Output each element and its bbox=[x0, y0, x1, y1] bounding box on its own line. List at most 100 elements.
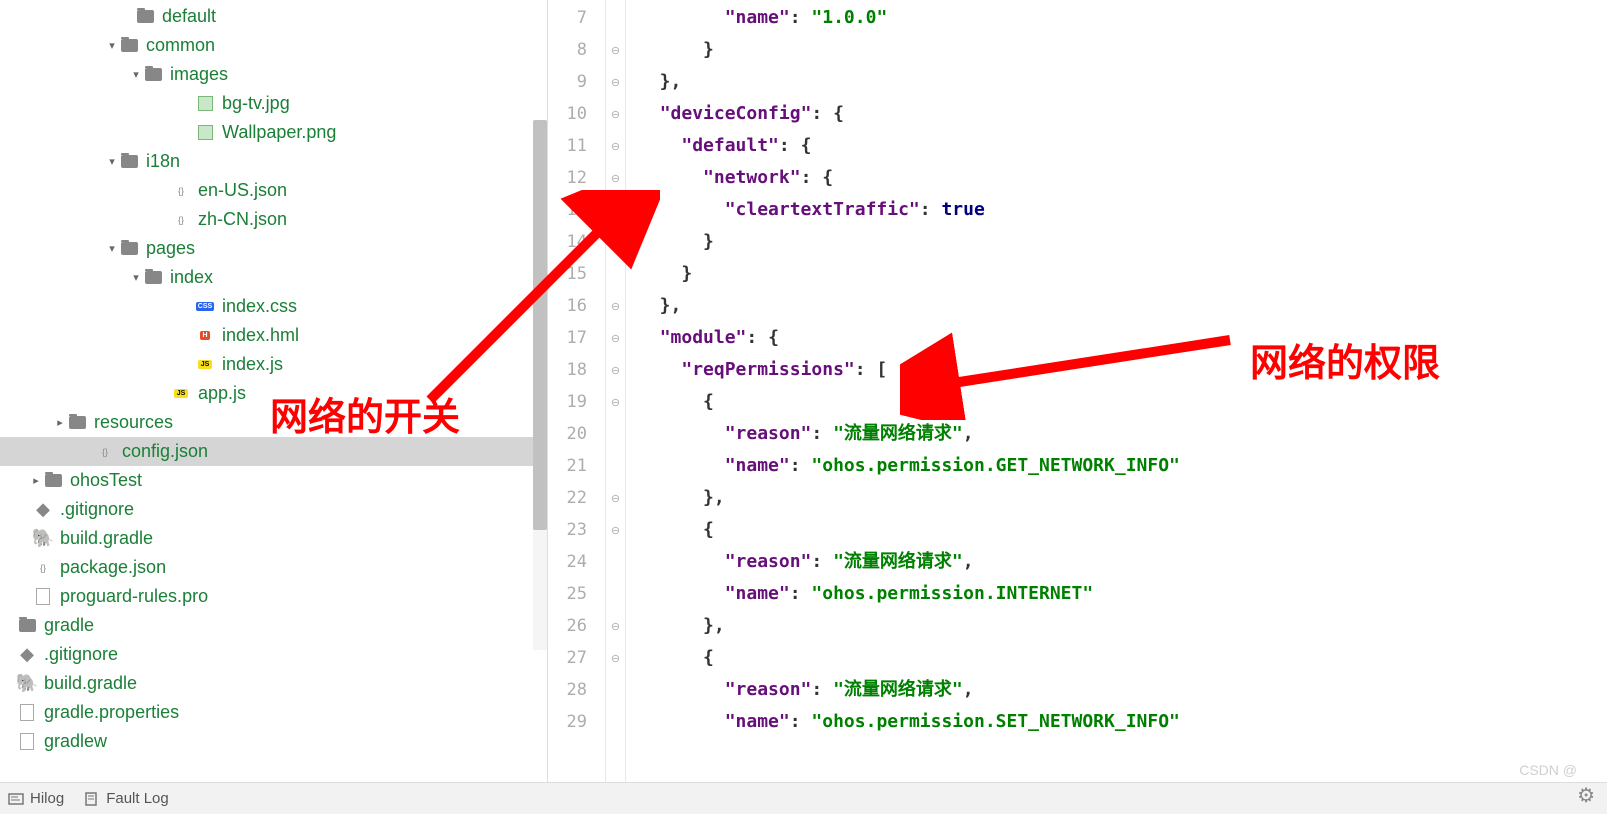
fold-marker[interactable]: ⊖ bbox=[606, 226, 625, 258]
tree-item-zh-CN-json[interactable]: {}zh-CN.json bbox=[0, 205, 547, 234]
code-line[interactable]: "module": { bbox=[638, 322, 1607, 354]
tree-item-label: proguard-rules.pro bbox=[60, 586, 208, 607]
code-line[interactable]: { bbox=[638, 642, 1607, 674]
code-editor[interactable]: 7891011121314151617181920212223242526272… bbox=[548, 0, 1607, 782]
code-line[interactable]: }, bbox=[638, 290, 1607, 322]
code-line[interactable]: "name": "ohos.permission.SET_NETWORK_INF… bbox=[638, 706, 1607, 738]
fold-marker[interactable] bbox=[606, 418, 625, 450]
fold-marker[interactable]: ⊖ bbox=[606, 386, 625, 418]
scrollbar-thumb[interactable] bbox=[533, 120, 547, 530]
expand-arrow-icon[interactable]: ▾ bbox=[104, 39, 120, 52]
line-number: 27 bbox=[548, 642, 587, 674]
tree-item-i18n[interactable]: ▾i18n bbox=[0, 147, 547, 176]
hilog-tab[interactable]: Hilog bbox=[8, 790, 64, 807]
fold-marker[interactable]: ⊖ bbox=[606, 642, 625, 674]
code-line[interactable]: } bbox=[638, 34, 1607, 66]
fold-marker[interactable]: ⊖ bbox=[606, 610, 625, 642]
code-line[interactable]: "deviceConfig": { bbox=[638, 98, 1607, 130]
tree-item-en-US-json[interactable]: {}en-US.json bbox=[0, 176, 547, 205]
tree-item-pages[interactable]: ▾pages bbox=[0, 234, 547, 263]
fold-marker[interactable] bbox=[606, 194, 625, 226]
tree-item-images[interactable]: ▾images bbox=[0, 60, 547, 89]
tree-item-label: build.gradle bbox=[60, 528, 153, 549]
tree-item-gradlew[interactable]: gradlew bbox=[0, 727, 547, 756]
fold-marker[interactable]: ⊖ bbox=[606, 322, 625, 354]
expand-arrow-icon[interactable]: ▸ bbox=[28, 474, 44, 487]
expand-arrow-icon[interactable]: ▾ bbox=[128, 271, 144, 284]
fold-marker[interactable]: ⊖ bbox=[606, 482, 625, 514]
tree-item-build-gradle[interactable]: 🐘build.gradle bbox=[0, 524, 547, 553]
code-line[interactable]: "network": { bbox=[638, 162, 1607, 194]
tree-item-index-css[interactable]: CSSindex.css bbox=[0, 292, 547, 321]
line-number: 15 bbox=[548, 258, 587, 290]
expand-arrow-icon[interactable]: ▸ bbox=[52, 416, 68, 429]
code-line[interactable]: "cleartextTraffic": true bbox=[638, 194, 1607, 226]
expand-arrow-icon[interactable]: ▾ bbox=[104, 155, 120, 168]
expand-arrow-icon[interactable]: ▾ bbox=[104, 242, 120, 255]
fold-marker[interactable]: ⊖ bbox=[606, 130, 625, 162]
tree-item-label: package.json bbox=[60, 557, 166, 578]
tree-item-index-js[interactable]: JSindex.js bbox=[0, 350, 547, 379]
code-line[interactable]: }, bbox=[638, 482, 1607, 514]
fold-marker[interactable] bbox=[606, 674, 625, 706]
tree-item-gradle[interactable]: gradle bbox=[0, 611, 547, 640]
tree-item-label: gradle bbox=[44, 615, 94, 636]
tree-item-index[interactable]: ▾index bbox=[0, 263, 547, 292]
line-number: 14 bbox=[548, 226, 587, 258]
file-tree[interactable]: default▾common▾imagesbg-tv.jpgWallpaper.… bbox=[0, 0, 547, 756]
line-number: 23 bbox=[548, 514, 587, 546]
tree-item--gitignore[interactable]: ◆.gitignore bbox=[0, 640, 547, 669]
line-number: 29 bbox=[548, 706, 587, 738]
tree-item-label: index.hml bbox=[222, 325, 299, 346]
fold-marker[interactable] bbox=[606, 546, 625, 578]
fold-column[interactable]: ⊖⊖⊖⊖⊖⊖⊖⊖⊖⊖⊖⊖⊖⊖ bbox=[606, 0, 626, 782]
code-line[interactable]: "name": "ohos.permission.GET_NETWORK_INF… bbox=[638, 450, 1607, 482]
code-line[interactable]: } bbox=[638, 258, 1607, 290]
code-line[interactable]: { bbox=[638, 386, 1607, 418]
tree-item-bg-tv-jpg[interactable]: bg-tv.jpg bbox=[0, 89, 547, 118]
sidebar-scrollbar[interactable] bbox=[533, 120, 547, 650]
tree-item-proguard-rules-pro[interactable]: proguard-rules.pro bbox=[0, 582, 547, 611]
fold-marker[interactable] bbox=[606, 706, 625, 738]
tree-item-package-json[interactable]: {}package.json bbox=[0, 553, 547, 582]
fold-marker[interactable]: ⊖ bbox=[606, 290, 625, 322]
tree-item-index-hml[interactable]: Hindex.hml bbox=[0, 321, 547, 350]
code-line[interactable]: "reason": "流量网络请求", bbox=[638, 418, 1607, 450]
fold-marker[interactable] bbox=[606, 578, 625, 610]
code-line[interactable]: "reason": "流量网络请求", bbox=[638, 674, 1607, 706]
fold-marker[interactable] bbox=[606, 258, 625, 290]
tree-item-app-js[interactable]: JSapp.js bbox=[0, 379, 547, 408]
code-line[interactable]: "reason": "流量网络请求", bbox=[638, 546, 1607, 578]
code-line[interactable]: }, bbox=[638, 610, 1607, 642]
tree-item-ohosTest[interactable]: ▸ ohosTest bbox=[0, 466, 547, 495]
tree-item-config-json[interactable]: {}config.json bbox=[0, 437, 547, 466]
tree-item-build-gradle[interactable]: 🐘build.gradle bbox=[0, 669, 547, 698]
tree-item-default[interactable]: default bbox=[0, 2, 547, 31]
fold-marker[interactable]: ⊖ bbox=[606, 98, 625, 130]
code-line[interactable]: }, bbox=[638, 66, 1607, 98]
tree-item-Wallpaper-png[interactable]: Wallpaper.png bbox=[0, 118, 547, 147]
tree-item-common[interactable]: ▾common bbox=[0, 31, 547, 60]
code-line[interactable]: "name": "ohos.permission.INTERNET" bbox=[638, 578, 1607, 610]
tree-item-resources[interactable]: ▸resources bbox=[0, 408, 547, 437]
fold-marker[interactable]: ⊖ bbox=[606, 354, 625, 386]
fold-marker[interactable]: ⊖ bbox=[606, 514, 625, 546]
expand-arrow-icon[interactable]: ▾ bbox=[128, 68, 144, 81]
tree-item--gitignore[interactable]: ◆.gitignore bbox=[0, 495, 547, 524]
code-line[interactable]: { bbox=[638, 514, 1607, 546]
fold-marker[interactable] bbox=[606, 2, 625, 34]
tree-item-gradle-properties[interactable]: gradle.properties bbox=[0, 698, 547, 727]
code-line[interactable]: "reqPermissions": [ bbox=[638, 354, 1607, 386]
faultlog-tab[interactable]: Fault Log bbox=[84, 790, 169, 807]
fold-marker[interactable] bbox=[606, 450, 625, 482]
fold-marker[interactable]: ⊖ bbox=[606, 66, 625, 98]
code-area[interactable]: "name": "1.0.0" } }, "deviceConfig": { "… bbox=[626, 0, 1607, 782]
tree-item-label: gradle.properties bbox=[44, 702, 179, 723]
code-line[interactable]: "default": { bbox=[638, 130, 1607, 162]
tree-item-label: ohosTest bbox=[70, 470, 142, 491]
fold-marker[interactable]: ⊖ bbox=[606, 34, 625, 66]
code-line[interactable]: "name": "1.0.0" bbox=[638, 2, 1607, 34]
fold-marker[interactable]: ⊖ bbox=[606, 162, 625, 194]
settings-gear-icon[interactable]: ⚙ bbox=[1577, 783, 1595, 808]
code-line[interactable]: } bbox=[638, 226, 1607, 258]
